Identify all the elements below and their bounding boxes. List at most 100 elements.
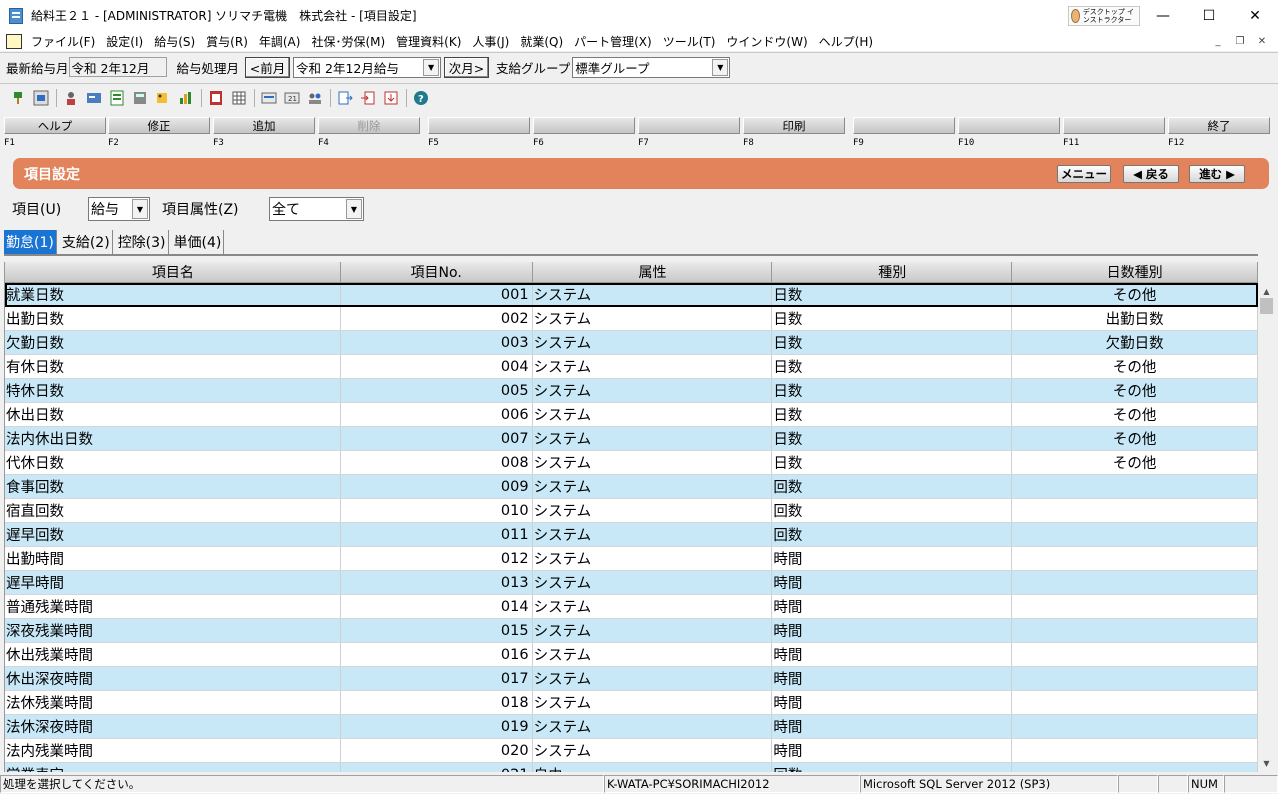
- fkey-f1-button[interactable]: ヘルプ: [4, 117, 106, 134]
- list-icon[interactable]: [261, 90, 277, 106]
- close-button[interactable]: ✕: [1232, 0, 1278, 31]
- scroll-down-icon[interactable]: ▼: [1258, 755, 1275, 772]
- mdi-restore-button[interactable]: ❐: [1230, 33, 1250, 49]
- fkey-f10-button[interactable]: [958, 117, 1060, 134]
- table-row[interactable]: 法内残業時間 020 システム 時間: [5, 739, 1258, 763]
- fkey-f11-button[interactable]: [1063, 117, 1165, 134]
- pay-group-select[interactable]: 標準グループ ▼: [572, 56, 731, 78]
- table-row[interactable]: 休出日数 006 システム 日数 その他: [5, 403, 1258, 427]
- fkey-f7-button[interactable]: [638, 117, 740, 134]
- header-item-name[interactable]: 項目名: [5, 262, 341, 282]
- scroll-thumb[interactable]: [1260, 298, 1273, 314]
- header-item-no[interactable]: 項目No.: [341, 262, 533, 282]
- tag-icon[interactable]: [155, 90, 171, 106]
- menu-item[interactable]: 設定(I): [101, 33, 149, 50]
- cell-item-no: 012: [341, 547, 533, 570]
- pin-icon[interactable]: [10, 90, 26, 106]
- table-row[interactable]: 特休日数 005 システム 日数 その他: [5, 379, 1258, 403]
- fkey-f6-button[interactable]: [533, 117, 635, 134]
- forward-button[interactable]: 進む ▶: [1189, 165, 1245, 183]
- report-icon[interactable]: [208, 90, 224, 106]
- menu-item[interactable]: ツール(T): [658, 33, 722, 50]
- fkey-f8-button[interactable]: 印刷: [743, 117, 845, 134]
- person-icon[interactable]: [63, 90, 79, 106]
- tab-payment[interactable]: 支給(2): [59, 230, 113, 254]
- table-row[interactable]: 営業表定021自由回数: [5, 763, 1258, 772]
- menu-item[interactable]: ウインドウ(W): [721, 33, 813, 50]
- header-days-type[interactable]: 日数種別: [1012, 262, 1258, 282]
- fkey-f9-button[interactable]: [853, 117, 955, 134]
- desktop-instructor-button[interactable]: デスクトップ インストラクター: [1068, 6, 1140, 26]
- table-row[interactable]: 休出残業時間 016 システム 時間: [5, 643, 1258, 667]
- tab-deduction[interactable]: 控除(3): [115, 230, 169, 254]
- mdi-minimize-button[interactable]: _: [1208, 33, 1228, 49]
- menu-item[interactable]: ファイル(F): [26, 33, 101, 50]
- users-icon[interactable]: [307, 90, 323, 106]
- select-grid-icon[interactable]: [33, 90, 49, 106]
- menu-item[interactable]: 管理資料(K): [391, 33, 467, 50]
- table-row[interactable]: 法内休出日数 007 システム 日数 その他: [5, 427, 1258, 451]
- minimize-button[interactable]: —: [1140, 0, 1186, 31]
- table-row[interactable]: 出勤時間 012 システム 時間: [5, 547, 1258, 571]
- table-row[interactable]: 法休残業時間 018 システム 時間: [5, 691, 1258, 715]
- header-type[interactable]: 種別: [772, 262, 1013, 282]
- table-row[interactable]: 遅早回数 011 システム 回数: [5, 523, 1258, 547]
- fkey-f4-button[interactable]: 削除: [318, 117, 420, 134]
- document-icon[interactable]: [6, 33, 22, 49]
- table-row[interactable]: 出勤日数 002 システム 日数 出勤日数: [5, 307, 1258, 331]
- table-row[interactable]: 休出深夜時間 017 システム 時間: [5, 667, 1258, 691]
- chart-icon[interactable]: [178, 90, 194, 106]
- table-row[interactable]: 食事回数 009 システム 回数: [5, 475, 1258, 499]
- menu-item[interactable]: 年調(A): [254, 33, 307, 50]
- status-blank-2: [1158, 775, 1188, 793]
- attr-select[interactable]: 全て ▼: [269, 197, 364, 221]
- fkey-f5-button[interactable]: [428, 117, 530, 134]
- prev-month-button[interactable]: <前月: [245, 56, 291, 78]
- table-icon[interactable]: [109, 90, 125, 106]
- maximize-button[interactable]: ☐: [1186, 0, 1232, 31]
- fkey-f12-button[interactable]: 終了: [1168, 117, 1270, 134]
- table-row[interactable]: 代休日数 008 システム 日数 その他: [5, 451, 1258, 475]
- table-row[interactable]: 欠勤日数 003 システム 日数 欠勤日数: [5, 331, 1258, 355]
- menu-item[interactable]: 社保･労保(M): [306, 33, 391, 50]
- menu-item[interactable]: ヘルプ(H): [814, 33, 879, 50]
- chevron-down-icon[interactable]: ▼: [423, 58, 440, 76]
- table-row[interactable]: 法休深夜時間 019 システム 時間: [5, 715, 1258, 739]
- next-month-button[interactable]: 次月>: [444, 56, 490, 78]
- table-row[interactable]: 就業日数 001 システム 日数 その他: [5, 283, 1258, 307]
- fkey-f3-button[interactable]: 追加: [213, 117, 315, 134]
- chevron-down-icon[interactable]: ▼: [346, 199, 362, 219]
- cell-item-name: 法休深夜時間: [5, 715, 341, 738]
- menu-item[interactable]: 賞与(R): [201, 33, 254, 50]
- chevron-down-icon[interactable]: ▼: [712, 58, 729, 76]
- toolbar-separator: [201, 88, 202, 107]
- fkey-f2-button[interactable]: 修正: [108, 117, 210, 134]
- menu-item[interactable]: 人事(J): [467, 33, 515, 50]
- back-button[interactable]: ◀ 戻る: [1123, 165, 1179, 183]
- table-row[interactable]: 普通残業時間 014 システム 時間: [5, 595, 1258, 619]
- tab-attendance[interactable]: 勤怠(1): [4, 230, 57, 254]
- download-icon[interactable]: [383, 90, 399, 106]
- grid-icon[interactable]: [231, 90, 247, 106]
- vertical-scrollbar[interactable]: ▲ ▼: [1258, 262, 1275, 772]
- help-icon[interactable]: ?: [413, 90, 429, 106]
- header-attribute[interactable]: 属性: [533, 262, 773, 282]
- export-icon[interactable]: [337, 90, 353, 106]
- menu-item[interactable]: 給与(S): [149, 33, 201, 50]
- chevron-down-icon[interactable]: ▼: [132, 199, 148, 219]
- table-row[interactable]: 宿直回数 010 システム 回数: [5, 499, 1258, 523]
- calc-icon[interactable]: [132, 90, 148, 106]
- item-select[interactable]: 給与 ▼: [88, 197, 150, 221]
- import-icon[interactable]: [360, 90, 376, 106]
- table-row[interactable]: 深夜残業時間 015 システム 時間: [5, 619, 1258, 643]
- menu-item[interactable]: パート管理(X): [569, 33, 658, 50]
- menu-button[interactable]: メニュー: [1057, 165, 1111, 183]
- table-row[interactable]: 遅早時間 013 システム 時間: [5, 571, 1258, 595]
- mdi-close-button[interactable]: ✕: [1252, 33, 1272, 49]
- menu-item[interactable]: 就業(Q): [515, 33, 569, 50]
- table-row[interactable]: 有休日数 004 システム 日数 その他: [5, 355, 1258, 379]
- card-icon[interactable]: [86, 90, 102, 106]
- processing-month-select[interactable]: 令和 2年12月給与 ▼: [293, 56, 442, 78]
- tab-unit-price[interactable]: 単価(4): [171, 230, 225, 254]
- sort-icon[interactable]: 21: [284, 90, 300, 106]
